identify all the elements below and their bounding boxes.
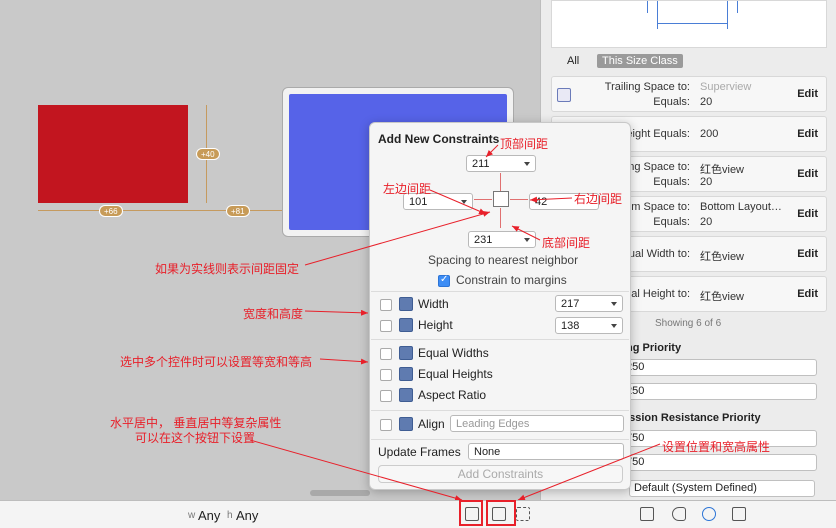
align-label: Align [418, 417, 445, 431]
constrain-margins-label: Constrain to margins [456, 273, 567, 287]
size-class-width-prefix: w [188, 510, 196, 521]
bottom-spacing-field[interactable]: 231 [468, 231, 536, 248]
annotation-multi-select: 选中多个控件时可以设置等宽和等高 [120, 355, 313, 369]
equal-widths-icon [399, 346, 413, 360]
width-label: Width [418, 297, 449, 311]
annotation-position-size: 设置位置和宽高属性 [662, 440, 771, 454]
badge-left: +66 [99, 205, 123, 217]
top-spacing-field[interactable]: 211 [466, 155, 536, 172]
align-select[interactable]: Leading Edges [450, 415, 624, 432]
height-label: Height [418, 318, 453, 332]
red-view[interactable] [38, 105, 188, 203]
height-field[interactable]: 138 [555, 317, 623, 334]
file-inspector-icon[interactable] [640, 507, 654, 521]
hugging-horizontal[interactable]: 250 [621, 359, 817, 376]
divider [371, 410, 629, 411]
badge-mid: +81 [226, 205, 250, 217]
divider [371, 291, 629, 292]
highlight-pin-button [486, 500, 516, 526]
highlight-align-button [459, 500, 483, 526]
annotation-top-spacing: 顶部间距 [500, 137, 549, 151]
align-checkbox[interactable] [380, 419, 392, 431]
size-class-height[interactable]: Any [236, 508, 258, 523]
edit-button[interactable]: Edit [797, 248, 818, 260]
aspect-ratio-label: Aspect Ratio [418, 388, 487, 402]
media-library-icon[interactable] [732, 507, 746, 521]
add-constraints-popover: Add New Constraints 211 101 42 231 Spaci… [369, 122, 631, 490]
divider [371, 439, 629, 440]
equal-widths-checkbox[interactable] [380, 348, 392, 360]
edit-button[interactable]: Edit [797, 208, 818, 220]
edit-button[interactable]: Edit [797, 288, 818, 300]
size-class-height-prefix: h [227, 510, 233, 521]
equal-heights-label: Equal Heights [418, 367, 493, 381]
constraint-preview [551, 0, 827, 48]
hugging-title: ing Priority [623, 342, 682, 354]
intrinsic-size-select[interactable]: Default (System Defined) [629, 480, 815, 497]
height-checkbox[interactable] [380, 320, 392, 332]
size-class-width[interactable]: Any [198, 508, 220, 523]
edit-button[interactable]: Edit [797, 88, 818, 100]
bottom-strut[interactable] [500, 208, 501, 228]
add-constraints-button[interactable]: Add Constraints [378, 465, 623, 483]
constrain-margins-checkbox[interactable] [438, 274, 450, 287]
annotation-bottom-spacing: 底部间距 [542, 236, 591, 250]
update-frames-select[interactable]: None [468, 443, 624, 460]
right-strut[interactable] [510, 199, 528, 200]
height-icon [399, 318, 413, 332]
horizontal-scrollbar[interactable] [310, 490, 370, 496]
aspect-ratio-icon [399, 388, 413, 402]
constraint-card-trailing[interactable]: Trailing Space to: Superview Equals: 20 … [551, 76, 827, 112]
top-strut[interactable] [500, 173, 501, 191]
update-frames-label: Update Frames [378, 445, 461, 459]
annotation-right-spacing: 右边间距 [574, 192, 623, 206]
equal-heights-checkbox[interactable] [380, 369, 392, 381]
spacing-caption: Spacing to nearest neighbor [428, 253, 579, 267]
object-library-icon[interactable] [702, 507, 716, 521]
size-class-all[interactable]: All [567, 55, 579, 67]
annotation-width-height: 宽度和高度 [243, 307, 304, 321]
edit-button[interactable]: Edit [797, 128, 818, 140]
showing-count: Showing 6 of 6 [655, 318, 722, 329]
equal-widths-label: Equal Widths [418, 346, 489, 360]
left-strut[interactable] [474, 199, 492, 200]
equal-heights-icon [399, 367, 413, 381]
compression-vertical[interactable]: 750 [621, 454, 817, 471]
annotation-left-spacing: 左边间距 [383, 182, 432, 196]
edit-button[interactable]: Edit [797, 168, 818, 180]
popover-title: Add New Constraints [378, 132, 500, 146]
annotation-solid-line: 如果为实线则表示间距固定 [155, 262, 300, 276]
annotation-center-line2: 可以在这个按钮下设置 [135, 431, 256, 445]
resolve-issues-icon[interactable] [516, 507, 530, 521]
badge-vertical: +40 [196, 148, 220, 160]
divider [371, 339, 629, 340]
width-checkbox[interactable] [380, 299, 392, 311]
constraint-icon [557, 88, 571, 102]
width-field[interactable]: 217 [555, 295, 623, 312]
quick-help-icon[interactable] [672, 507, 686, 521]
compression-title: ession Resistance Priority [623, 412, 761, 424]
align-icon [399, 417, 413, 431]
constraint-center-box [493, 191, 509, 207]
size-class-this[interactable]: This Size Class [597, 54, 683, 68]
aspect-ratio-checkbox[interactable] [380, 390, 392, 402]
width-icon [399, 297, 413, 311]
bottom-toolbar: w Any h Any [0, 500, 836, 528]
hugging-vertical[interactable]: 250 [621, 383, 817, 400]
